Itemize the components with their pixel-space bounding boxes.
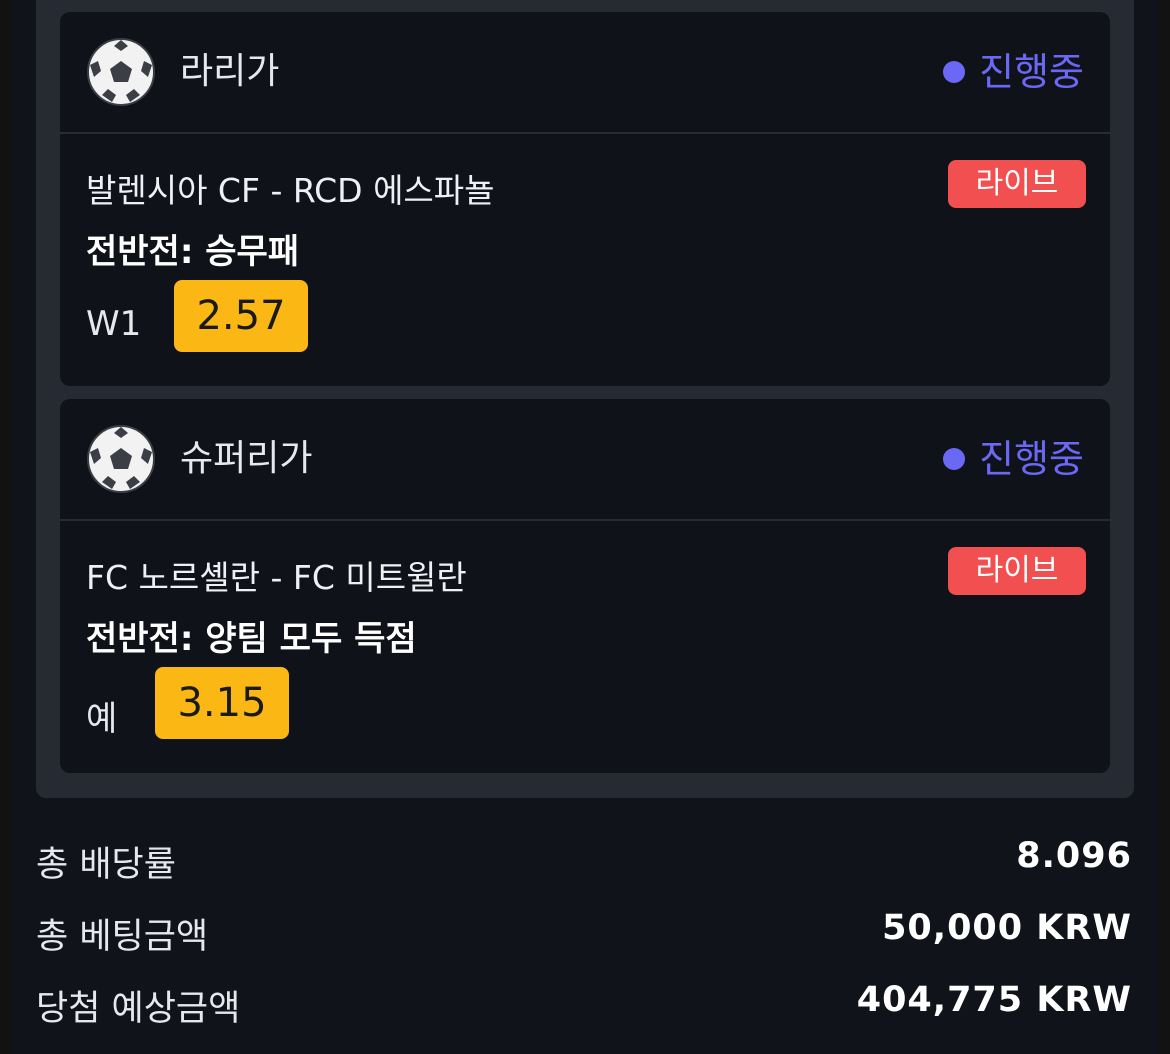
status-badge: 진행중 — [943, 399, 1084, 519]
bet-card-body: 발렌시아 CF - RCD 에스파뇰 라이브 전반전: 승무패 W1 2.57 — [60, 134, 1110, 386]
league-name: 라리가 — [180, 51, 280, 92]
bet-card-body: FC 노르셸란 - FC 미트윌란 라이브 전반전: 양팀 모두 득점 예 3.… — [60, 521, 1110, 773]
potential-win-value: 404,775 KRW — [856, 980, 1132, 1020]
total-stake-label: 총 베팅금액 — [36, 917, 209, 957]
potential-win-label: 당첨 예상금액 — [36, 989, 241, 1029]
soccer-ball-icon — [87, 425, 155, 493]
total-odds-value: 8.096 — [1016, 836, 1132, 876]
total-odds-label: 총 배당률 — [36, 845, 176, 885]
match-title[interactable]: FC 노르셸란 - FC 미트윌란 — [86, 551, 467, 599]
status-badge: 진행중 — [943, 12, 1084, 132]
status-dot-icon — [943, 61, 966, 83]
bet-card: 라리가 진행중 발렌시아 CF - RCD 에스파뇰 라이브 전반전: 승무패 … — [60, 12, 1110, 386]
potential-win-row: 당첨 예상금액 404,775 KRW — [36, 980, 1132, 1030]
odds-button[interactable]: 2.57 — [174, 280, 308, 352]
market-name: 전반전: 양팀 모두 득점 — [86, 619, 417, 659]
status-dot-icon — [943, 448, 966, 470]
bet-card-header: 라리가 진행중 — [60, 12, 1110, 134]
bet-card: 슈퍼리가 진행중 FC 노르셸란 - FC 미트윌란 라이브 전반전: 양팀 모… — [60, 399, 1110, 773]
total-stake-row: 총 베팅금액 50,000 KRW — [36, 908, 1132, 958]
total-odds-row: 총 배당률 8.096 — [36, 836, 1132, 886]
match-title[interactable]: 발렌시아 CF - RCD 에스파뇰 — [86, 164, 495, 212]
status-label: 진행중 — [979, 437, 1084, 481]
bet-card-header: 슈퍼리가 진행중 — [60, 399, 1110, 521]
total-stake-value: 50,000 KRW — [882, 908, 1132, 948]
selection-label: W1 — [86, 304, 142, 344]
league-name: 슈퍼리가 — [180, 438, 313, 479]
live-badge: 라이브 — [948, 547, 1086, 595]
soccer-ball-icon — [87, 38, 155, 106]
odds-button[interactable]: 3.15 — [155, 667, 289, 739]
selection-label: 예 — [86, 699, 118, 739]
status-label: 진행중 — [979, 50, 1084, 94]
live-badge: 라이브 — [948, 160, 1086, 208]
market-name: 전반전: 승무패 — [86, 232, 300, 272]
